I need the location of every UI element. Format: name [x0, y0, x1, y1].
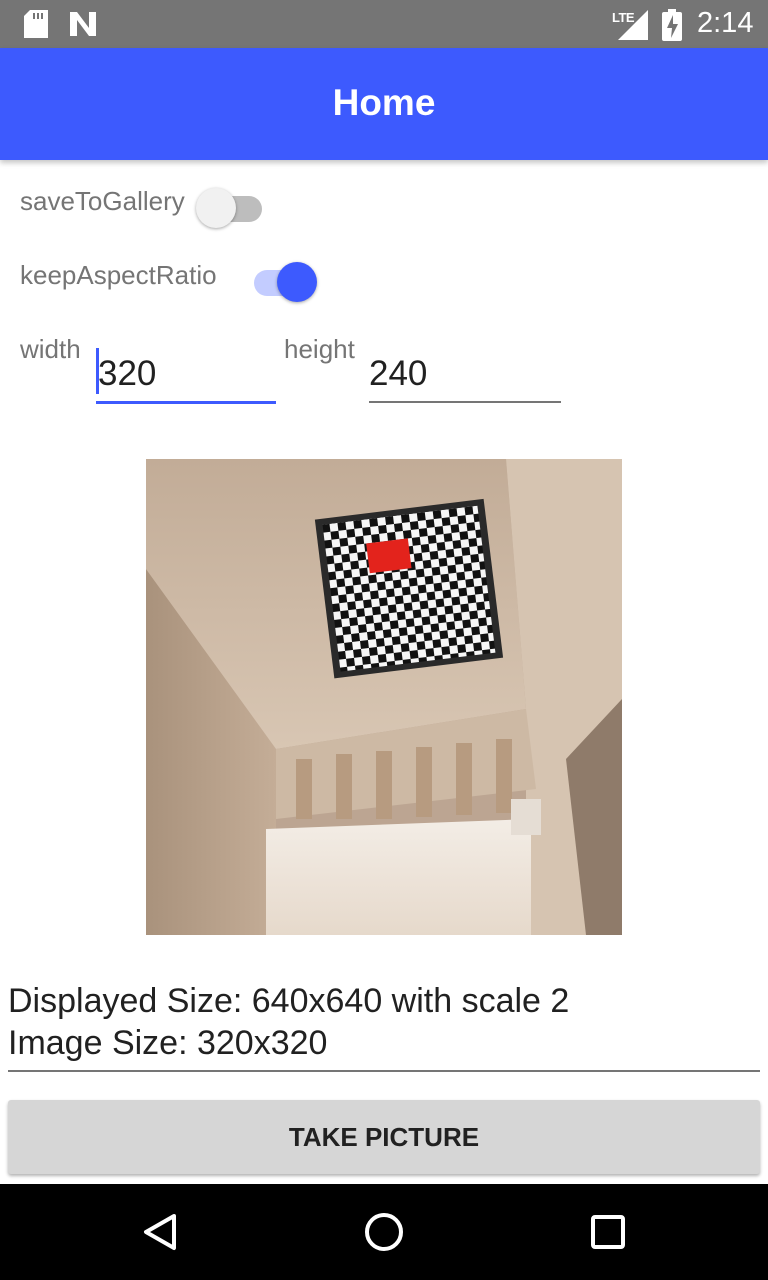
info-divider [8, 1070, 760, 1072]
keep-aspect-ratio-label: keepAspectRatio [20, 260, 217, 290]
signal-icon [618, 10, 648, 45]
recents-icon[interactable] [584, 1208, 632, 1256]
text-caret [96, 348, 99, 394]
image-size-text: Image Size: 320x320 [8, 1024, 328, 1062]
battery-charging-icon [662, 9, 682, 46]
width-label: width [20, 334, 81, 364]
switch-thumb [277, 262, 317, 302]
navigation-bar [0, 1184, 768, 1280]
switch-thumb [196, 188, 236, 228]
status-bar: LTE 2:14 [0, 0, 768, 48]
home-icon[interactable] [360, 1208, 408, 1256]
height-label: height [284, 334, 355, 364]
n-icon [68, 10, 98, 43]
width-input-underline [96, 401, 276, 404]
sd-card-icon [24, 10, 48, 43]
height-input-underline [369, 401, 561, 403]
take-picture-label: TAKE PICTURE [288, 1121, 480, 1152]
width-input[interactable] [98, 352, 274, 396]
page-title: Home [332, 82, 436, 123]
take-picture-button[interactable]: TAKE PICTURE [8, 1100, 760, 1174]
save-to-gallery-label: saveToGallery [20, 186, 185, 216]
height-input[interactable] [369, 352, 559, 396]
back-icon[interactable] [136, 1208, 184, 1256]
clock: 2:14 [697, 7, 754, 39]
photo-preview [146, 459, 622, 935]
keep-aspect-ratio-switch[interactable] [250, 259, 320, 303]
app-bar: Home [0, 48, 768, 160]
displayed-size-text: Displayed Size: 640x640 with scale 2 [8, 982, 570, 1020]
save-to-gallery-switch[interactable] [196, 185, 266, 229]
